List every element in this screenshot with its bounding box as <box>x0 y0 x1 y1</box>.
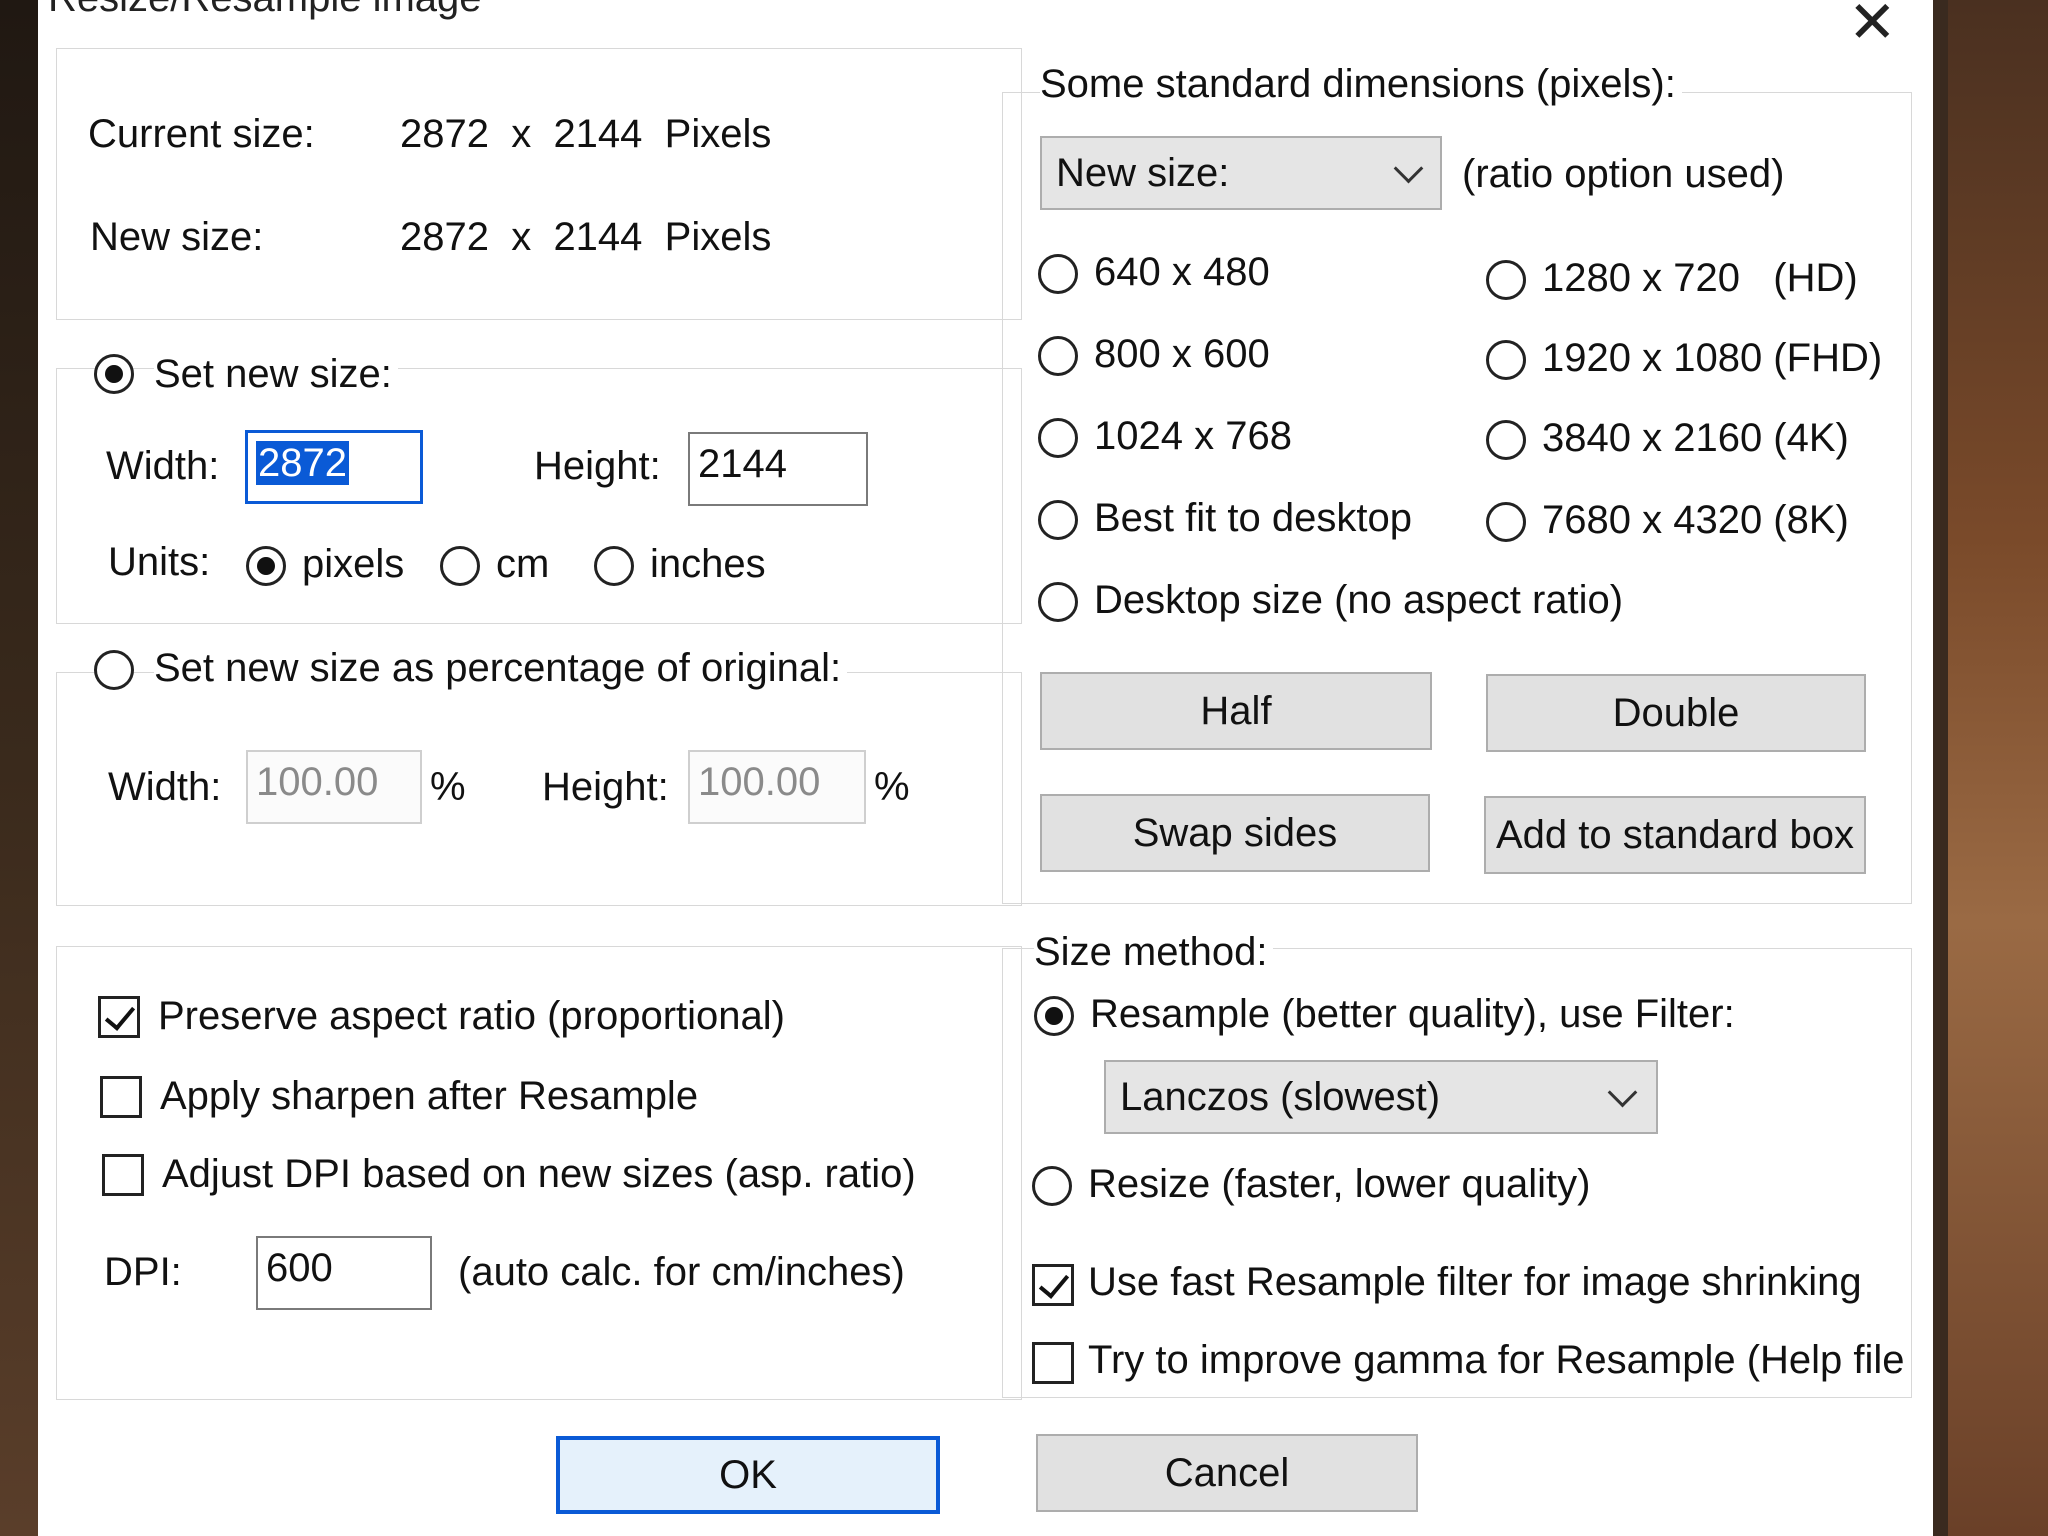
add-to-standard-box-button[interactable]: Add to standard box <box>1484 796 1866 874</box>
size-info-group <box>56 48 1022 320</box>
new-size-combo[interactable]: New size: <box>1040 136 1442 210</box>
dpi-note: (auto calc. for cm/inches) <box>458 1250 905 1294</box>
size-method-label: Size method: <box>1034 930 1274 975</box>
filter-combo-value: Lanczos (slowest) <box>1120 1074 1441 1119</box>
desktop-size-label: Desktop size (no aspect ratio) <box>1094 578 1624 622</box>
units-cm-radio[interactable] <box>440 546 480 586</box>
standard-dimensions-label: Some standard dimensions (pixels): <box>1040 62 1682 107</box>
current-size-value: 2872 x 2144 Pixels <box>400 112 772 156</box>
height-label: Height: <box>534 444 661 488</box>
units-inches-radio[interactable] <box>594 546 634 586</box>
ratio-note: (ratio option used) <box>1462 152 1785 196</box>
best-fit-label: Best fit to desktop <box>1094 496 1412 540</box>
filter-combo[interactable]: Lanczos (slowest) <box>1104 1060 1658 1134</box>
dpi-label: DPI: <box>104 1250 182 1294</box>
dim-640-label: 640 x 480 <box>1094 250 1270 294</box>
cancel-button[interactable]: Cancel <box>1036 1434 1418 1512</box>
height-input[interactable]: 2144 <box>688 432 868 506</box>
units-cm-label: cm <box>496 542 550 586</box>
units-pixels-radio[interactable] <box>246 546 286 586</box>
dim-3840-radio[interactable] <box>1486 420 1526 460</box>
swap-sides-button[interactable]: Swap sides <box>1040 794 1430 872</box>
dim-1024-label: 1024 x 768 <box>1094 414 1292 458</box>
dim-1280-label: 1280 x 720 (HD) <box>1542 256 1858 300</box>
double-button[interactable]: Double <box>1486 674 1866 752</box>
ok-button[interactable]: OK <box>556 1436 940 1514</box>
set-new-size-radio[interactable] <box>94 354 134 394</box>
apply-sharpen-label: Apply sharpen after Resample <box>160 1074 699 1118</box>
width-value: 2872 <box>256 441 349 485</box>
adjust-dpi-label: Adjust DPI based on new sizes (asp. rati… <box>162 1152 916 1196</box>
units-label: Units: <box>108 540 211 584</box>
adjust-dpi-checkbox[interactable] <box>102 1154 144 1196</box>
apply-sharpen-checkbox[interactable] <box>100 1076 142 1118</box>
width-label: Width: <box>106 444 220 488</box>
dim-800-radio[interactable] <box>1038 336 1078 376</box>
dim-1280-radio[interactable] <box>1486 260 1526 300</box>
desktop-size-radio[interactable] <box>1038 582 1078 622</box>
pct-height-label: Height: <box>542 765 669 809</box>
dim-7680-radio[interactable] <box>1486 502 1526 542</box>
pct-width-label: Width: <box>108 765 222 809</box>
current-size-label: Current size: <box>88 112 315 156</box>
background-left <box>0 0 40 1536</box>
resample-radio[interactable] <box>1034 996 1074 1036</box>
chevron-down-icon <box>1393 153 1424 184</box>
units-pixels-label: pixels <box>302 542 405 586</box>
resample-label: Resample (better quality), use Filter: <box>1090 992 1735 1036</box>
chevron-down-icon <box>1607 1077 1638 1108</box>
fast-filter-checkbox[interactable] <box>1032 1264 1074 1306</box>
close-icon[interactable]: ✕ <box>1848 0 1897 52</box>
gamma-label: Try to improve gamma for Resample (Help … <box>1088 1338 1905 1382</box>
pct-height-unit: % <box>874 765 910 809</box>
resize-label: Resize (faster, lower quality) <box>1088 1162 1591 1206</box>
new-size-label: New size: <box>90 215 264 259</box>
dim-1920-radio[interactable] <box>1486 340 1526 380</box>
fast-filter-label: Use fast Resample filter for image shrin… <box>1088 1260 1862 1304</box>
dpi-input[interactable]: 600 <box>256 1236 432 1310</box>
dim-3840-label: 3840 x 2160 (4K) <box>1542 416 1849 460</box>
percentage-label: Set new size as percentage of original: <box>154 646 848 691</box>
best-fit-radio[interactable] <box>1038 500 1078 540</box>
units-inches-label: inches <box>650 542 766 586</box>
resize-dialog: Resize/Resample image ✕ Current size: 28… <box>38 0 1933 1536</box>
set-new-size-label: Set new size: <box>154 352 398 397</box>
percentage-radio[interactable] <box>94 650 134 690</box>
width-input[interactable]: 2872 <box>245 430 423 504</box>
preserve-aspect-checkbox[interactable] <box>98 996 140 1038</box>
resize-radio[interactable] <box>1032 1166 1072 1206</box>
window-title: Resize/Resample image <box>48 0 482 21</box>
dim-7680-label: 7680 x 4320 (8K) <box>1542 498 1849 542</box>
new-size-combo-value: New size: <box>1056 150 1230 195</box>
pct-width-unit: % <box>430 765 466 809</box>
dim-640-radio[interactable] <box>1038 254 1078 294</box>
new-size-value: 2872 x 2144 Pixels <box>400 215 772 259</box>
preserve-aspect-label: Preserve aspect ratio (proportional) <box>158 994 785 1038</box>
pct-width-input[interactable]: 100.00 <box>246 750 422 824</box>
dim-1024-radio[interactable] <box>1038 418 1078 458</box>
pct-height-input[interactable]: 100.00 <box>688 750 866 824</box>
dim-800-label: 800 x 600 <box>1094 332 1270 376</box>
half-button[interactable]: Half <box>1040 672 1432 750</box>
gamma-checkbox[interactable] <box>1032 1342 1074 1384</box>
background-right <box>1948 0 2048 1536</box>
dim-1920-label: 1920 x 1080 (FHD) <box>1542 336 1883 380</box>
